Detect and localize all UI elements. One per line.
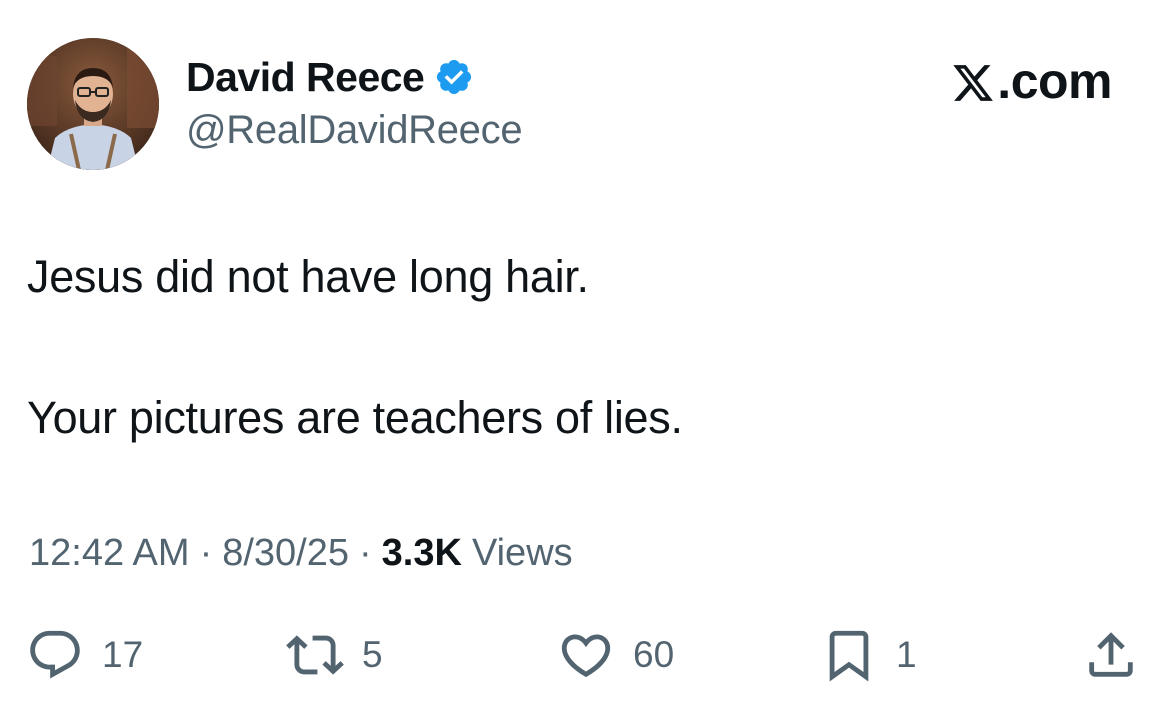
tweet-time[interactable]: 12:42 AM: [29, 532, 190, 575]
reply-button[interactable]: 17: [26, 620, 143, 690]
share-button[interactable]: [1082, 620, 1140, 690]
bookmark-button[interactable]: 1: [820, 620, 917, 690]
views-label: Views: [471, 532, 573, 574]
repost-icon: [286, 626, 344, 684]
avatar-photo: [27, 38, 159, 170]
like-count: 60: [633, 634, 675, 675]
meta-separator: ·: [199, 532, 213, 574]
like-icon: [557, 626, 615, 684]
like-button[interactable]: 60: [557, 620, 674, 690]
repost-button[interactable]: 5: [286, 620, 383, 690]
x-com-suffix: .com: [997, 53, 1112, 109]
tweet-meta: 12:42 AM · 8/30/25 · 3.3K Views: [29, 532, 573, 575]
bookmark-count: 1: [896, 634, 917, 675]
share-icon: [1082, 626, 1140, 684]
tweet-text-line-1: Jesus did not have long hair.: [27, 251, 589, 302]
verified-badge-icon[interactable]: [434, 57, 474, 97]
reply-icon: [26, 626, 84, 684]
reply-count: 17: [102, 634, 144, 675]
author-display-name[interactable]: David Reece: [186, 54, 425, 101]
tweet-text-line-2: Your pictures are teachers of lies.: [27, 392, 683, 443]
tweet-card: David Reece @RealDavidReece .com Jesus d…: [0, 0, 1170, 727]
author-handle[interactable]: @RealDavidReece: [186, 108, 523, 153]
action-bar: 17 5 60 1: [0, 620, 1170, 700]
x-com-watermark: .com: [951, 52, 1112, 110]
meta-separator: ·: [359, 532, 372, 574]
author-name-row: David Reece: [186, 52, 474, 102]
views-count: 3.3K: [381, 532, 462, 574]
avatar[interactable]: [27, 38, 159, 170]
repost-count: 5: [362, 634, 383, 675]
x-logo-icon: [951, 59, 995, 103]
tweet-date[interactable]: 8/30/25: [222, 532, 349, 575]
bookmark-icon: [820, 626, 878, 684]
